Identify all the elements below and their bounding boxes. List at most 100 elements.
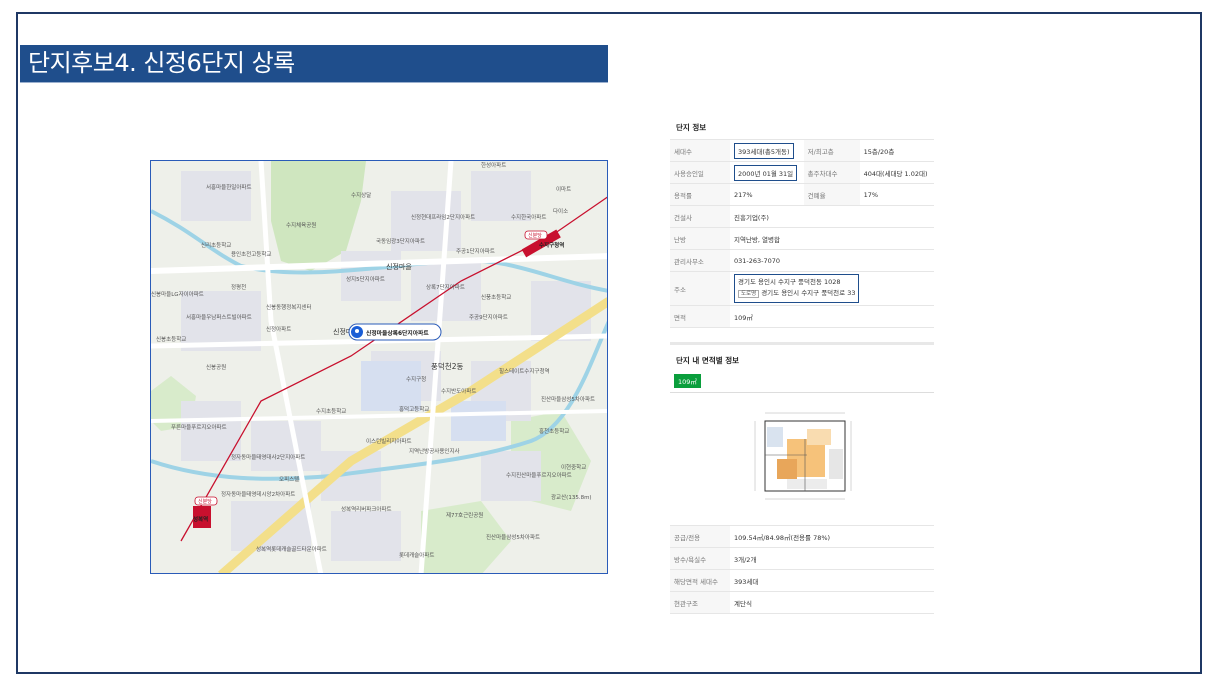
map-label: 다이소 xyxy=(553,207,568,215)
row-value: 진흥기업(주) xyxy=(730,205,934,228)
address-box: 경기도 용인시 수지구 풍덕천동 1028 도로명 경기도 용인시 수지구 풍덕천… xyxy=(734,274,860,303)
map-label: 이마트 xyxy=(556,185,571,193)
map-label: 진산마을삼성5차아파트 xyxy=(541,395,595,403)
station-tag-label: 신분당 xyxy=(198,498,212,505)
table-row: 현관구조 계단식 xyxy=(670,591,934,614)
row-value: 109.54㎡/84.98㎡(전용률 78%) xyxy=(730,525,934,548)
map-label: 수지초등학교 xyxy=(316,407,346,415)
map-label: 한성아파트 xyxy=(481,161,506,169)
table-row: 건설사 진흥기업(주) xyxy=(670,205,934,228)
table-row: 세대수 393세대(총5개동) 저/최고층 15층/20층 xyxy=(670,139,934,162)
row-label: 저/최고층 xyxy=(803,139,860,162)
row-label: 해당면적 세대수 xyxy=(670,569,730,592)
row-value: 계단식 xyxy=(730,591,934,614)
row-label: 건폐율 xyxy=(803,183,860,206)
map-label: 신리초등학교 xyxy=(201,241,231,249)
row-value: 경기도 용인시 수지구 풍덕천동 1028 도로명 경기도 용인시 수지구 풍덕천… xyxy=(730,271,934,306)
size-tab-109[interactable]: 109㎡ xyxy=(674,374,701,388)
location-pin-dot xyxy=(355,329,359,333)
row-label: 면적 xyxy=(670,305,730,328)
map-label: 푸른마을푸르지오아파트 xyxy=(171,423,227,431)
map-label: 정평천 xyxy=(231,283,246,291)
address-road: 경기도 용인시 수지구 풍덕천로 33 xyxy=(761,289,856,297)
row-label: 공급/전용 xyxy=(670,525,730,548)
row-value: 109㎡ xyxy=(730,305,934,328)
map-label: 제77호근린공원 xyxy=(446,511,483,519)
row-label: 건설사 xyxy=(670,205,730,228)
table-row: 방수/욕실수 3개/2개 xyxy=(670,547,934,570)
map-label: 신봉초등학교 xyxy=(156,335,186,343)
map-label: 롯데캐슬아파트 xyxy=(399,551,434,559)
row-value: 393세대(총5개동) xyxy=(730,139,804,162)
map-label: 풍덕천2동 xyxy=(431,361,463,371)
map-label: 수지상달 xyxy=(351,191,371,199)
block xyxy=(471,171,531,221)
block xyxy=(331,511,401,561)
row-value: 3개/2개 xyxy=(730,547,934,570)
map-label: 홍천초등학교 xyxy=(539,427,569,435)
size-tab-bar: 109㎡ xyxy=(670,372,934,393)
map-label: 홍덕고등학교 xyxy=(399,405,429,413)
map-label: 이스턴빌리지아파트 xyxy=(366,437,412,445)
map-label: 신정마을 xyxy=(386,262,412,271)
map-label: 정자동마을태영데시앙2차아파트 xyxy=(221,490,295,498)
table-row: 면적 109㎡ xyxy=(670,305,934,328)
row-value: 15층/20층 xyxy=(859,139,934,162)
complex-info-table: 세대수 393세대(총5개동) 저/최고층 15층/20층 사용승인일 2000… xyxy=(670,139,934,328)
floor-plan-image[interactable] xyxy=(747,399,857,517)
table-row: 관리사무소 031-263-7070 xyxy=(670,249,934,272)
floor-plan-balcony xyxy=(787,479,827,489)
row-value: 393세대 xyxy=(730,569,934,592)
map-label: 성지5단지아파트 xyxy=(346,275,385,283)
row-label: 관리사무소 xyxy=(670,249,730,272)
map-label: 수지체육공원 xyxy=(286,221,316,229)
row-label: 현관구조 xyxy=(670,591,730,614)
row-value: 17% xyxy=(859,183,934,206)
complex-info-panel: 단지 정보 세대수 393세대(총5개동) 저/최고층 15층/20층 사용승인… xyxy=(670,112,934,614)
map-label: 진산마을삼성5차아파트 xyxy=(486,533,540,541)
road-name-tag: 도로명 xyxy=(738,290,760,298)
row-value: 404대(세대당 1.02대) xyxy=(859,161,934,184)
row-value: 217% xyxy=(730,183,804,206)
address-jibun: 경기도 용인시 수지구 풍덕천동 1028 xyxy=(738,278,841,286)
map-label: 신봉동행정복지센터 xyxy=(266,303,312,311)
floor-plan-balcony xyxy=(829,449,843,479)
map-label: 주공9단지아파트 xyxy=(469,313,508,321)
highlighted-value: 2000년 01월 31일 xyxy=(734,164,798,181)
floor-plan-room xyxy=(777,459,797,479)
map-label: 신정아파트 xyxy=(266,325,291,333)
location-map[interactable]: 서홍마을한일아파트 수지상달 한성아파트 신정현대프라임2단지아파트 수지한국아… xyxy=(150,160,608,574)
station-tag-label: 신분당 xyxy=(528,232,542,239)
table-row: 공급/전용 109.54㎡/84.98㎡(전용률 78%) xyxy=(670,525,934,548)
row-label: 주소 xyxy=(670,271,730,306)
table-row: 해당면적 세대수 393세대 xyxy=(670,569,934,592)
map-label: 수지한국아파트 xyxy=(511,213,546,221)
map-label: 서홍마을우남퍼스트빌아파트 xyxy=(186,313,252,321)
map-label: 신봉마을LG자이아파트 xyxy=(151,290,204,298)
table-row: 주소 경기도 용인시 수지구 풍덕천동 1028 도로명 경기도 용인시 수지구 … xyxy=(670,271,934,306)
table-row: 난방 지역난방, 열병합 xyxy=(670,227,934,250)
map-label: 상록7단지아파트 xyxy=(426,283,465,291)
map-label: 신풍초등학교 xyxy=(481,293,511,301)
row-value: 031-263-7070 xyxy=(730,249,934,272)
map-label: 수지구청 xyxy=(406,375,426,383)
complex-info-title: 단지 정보 xyxy=(676,123,707,132)
map-label: 주공1단지아파트 xyxy=(456,247,495,255)
map-label: 성복역리버파크아파트 xyxy=(341,505,392,513)
map-label: 용인초전고등학교 xyxy=(231,250,271,258)
map-label: 신정현대프라임2단지아파트 xyxy=(411,213,475,221)
block xyxy=(181,171,251,221)
block xyxy=(251,421,321,471)
school-block xyxy=(451,401,506,441)
area-info-table: 공급/전용 109.54㎡/84.98㎡(전용률 78%) 방수/욕실수 3개/… xyxy=(670,525,934,614)
map-label: 힐스테이트수지구청역 xyxy=(499,367,550,375)
map-label: 수지반도아파트 xyxy=(441,387,476,395)
map-label: 이현중학교 xyxy=(561,463,586,471)
table-row: 용적률 217% 건폐율 17% xyxy=(670,183,934,206)
slide-title: 단지후보4. 신정6단지 상록 xyxy=(20,45,608,82)
row-label: 난방 xyxy=(670,227,730,250)
address-road-line: 도로명 경기도 용인시 수지구 풍덕천로 33 xyxy=(738,288,855,300)
map-canvas: 서홍마을한일아파트 수지상달 한성아파트 신정현대프라임2단지아파트 수지한국아… xyxy=(151,161,607,573)
row-label: 용적률 xyxy=(670,183,730,206)
row-label: 방수/욕실수 xyxy=(670,547,730,570)
